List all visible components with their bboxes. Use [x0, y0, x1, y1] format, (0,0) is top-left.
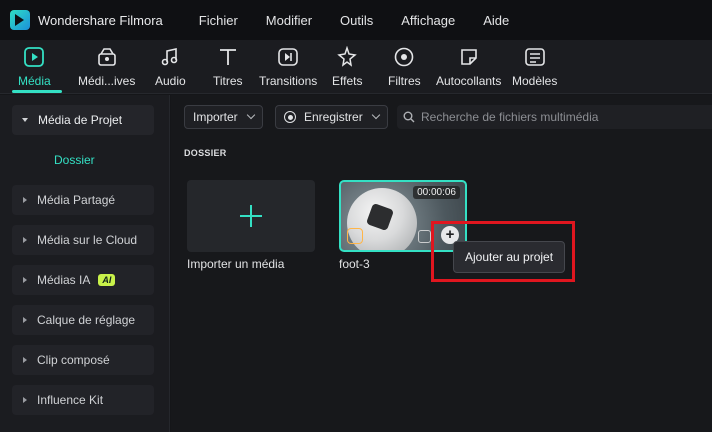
import-dropdown-button[interactable]: Importer [184, 105, 263, 129]
title-bar: Wondershare Filmora Fichier Modifier Out… [0, 0, 712, 40]
menu-bar: Fichier Modifier Outils Affichage Aide [199, 13, 538, 28]
titles-icon [217, 46, 239, 68]
media-search-input[interactable]: Recherche de fichiers multimédia [397, 105, 712, 129]
chevron-right-icon [23, 237, 27, 243]
import-media-label: Importer un média [187, 257, 285, 271]
sidebar-item-label: Médias IA [37, 273, 91, 287]
menu-affichage[interactable]: Affichage [401, 13, 455, 28]
clip-duration: 00:00:06 [413, 186, 460, 199]
tab-transitions[interactable]: Transitions [259, 46, 317, 92]
record-icon [284, 111, 296, 123]
import-media-card[interactable] [187, 180, 315, 252]
sidebar-item-shared-media[interactable]: Média Partagé [12, 185, 154, 215]
tab-filters-label: Filtres [388, 74, 421, 88]
filmora-logo-icon [10, 10, 30, 30]
menu-modifier[interactable]: Modifier [266, 13, 312, 28]
chevron-right-icon [23, 317, 27, 323]
tab-templates-label: Modèles [512, 74, 558, 88]
clip-type-icon [347, 228, 363, 244]
tab-media-label: Média [18, 74, 51, 88]
tab-filters[interactable]: Filtres [388, 46, 421, 92]
chevron-right-icon [23, 277, 27, 283]
sidebar-item-label: Influence Kit [37, 393, 104, 407]
search-placeholder: Recherche de fichiers multimédia [421, 110, 599, 124]
filters-icon [393, 46, 415, 68]
sidebar-item-label: Clip composé [37, 353, 110, 367]
tab-titles-label: Titres [213, 74, 243, 88]
sidebar-item-influence-kit[interactable]: Influence Kit [12, 385, 154, 415]
record-button-label: Enregistrer [304, 110, 363, 124]
section-label-folder: DOSSIER [184, 148, 227, 158]
transitions-icon [277, 46, 299, 68]
tab-titles[interactable]: Titres [213, 46, 243, 92]
chevron-down-icon [22, 118, 28, 122]
sidebar-item-cloud-media[interactable]: Média sur le Cloud [12, 225, 154, 255]
sidebar-item-compound-clip[interactable]: Clip composé [12, 345, 154, 375]
sidebar-item-adjustment-layer[interactable]: Calque de réglage [12, 305, 154, 335]
annotation-highlight-box [431, 221, 575, 282]
stickers-icon [458, 46, 480, 68]
stock-media-icon [96, 46, 118, 68]
chevron-down-icon [371, 110, 380, 120]
sidebar: Média de Projet Dossier Média Partagé Mé… [0, 95, 170, 432]
chevron-right-icon [23, 197, 27, 203]
menu-fichier[interactable]: Fichier [199, 13, 238, 28]
tab-effects-label: Effets [332, 74, 363, 88]
tab-stickers[interactable]: Autocollants [436, 46, 501, 92]
tab-stickers-label: Autocollants [436, 74, 502, 88]
sidebar-item-ai-media[interactable]: Médias IA AI [12, 265, 154, 295]
record-dropdown-button[interactable]: Enregistrer [275, 105, 388, 129]
media-icon [23, 46, 45, 68]
tab-stock-media[interactable]: Médi...ives [78, 46, 135, 92]
tab-stock-media-label: Médi...ives [78, 74, 136, 88]
import-button-label: Importer [193, 110, 238, 124]
sidebar-item-project-media[interactable]: Média de Projet [12, 105, 154, 135]
chevron-right-icon [23, 357, 27, 363]
plus-icon [240, 205, 262, 227]
ai-badge: AI [98, 274, 116, 286]
tab-audio[interactable]: Audio [155, 46, 186, 92]
chevron-right-icon [23, 397, 27, 403]
tab-media[interactable]: Média [18, 46, 51, 92]
tab-transitions-label: Transitions [259, 74, 318, 88]
app-title: Wondershare Filmora [38, 12, 163, 28]
chevron-down-icon [246, 110, 255, 120]
sidebar-item-label: Calque de réglage [37, 313, 136, 327]
audio-icon [159, 46, 181, 68]
menu-outils[interactable]: Outils [340, 13, 373, 28]
clip-preview-icon [418, 230, 431, 243]
sidebar-item-folder[interactable]: Dossier [54, 153, 95, 167]
tab-effects[interactable]: Effets [332, 46, 362, 92]
active-tab-indicator [12, 90, 62, 93]
effects-icon [336, 46, 358, 68]
tab-templates[interactable]: Modèles [512, 46, 557, 92]
menu-aide[interactable]: Aide [483, 13, 509, 28]
clip-name: foot-3 [339, 257, 370, 271]
media-toolbar: Média Médi...ives Audio Titres Transitio… [0, 40, 712, 94]
templates-icon [524, 46, 546, 68]
sidebar-item-label: Média Partagé [37, 193, 116, 207]
sidebar-item-label: Média sur le Cloud [37, 233, 138, 247]
search-icon [403, 111, 415, 123]
tab-audio-label: Audio [155, 74, 186, 88]
sidebar-item-label: Média de Projet [38, 113, 123, 127]
